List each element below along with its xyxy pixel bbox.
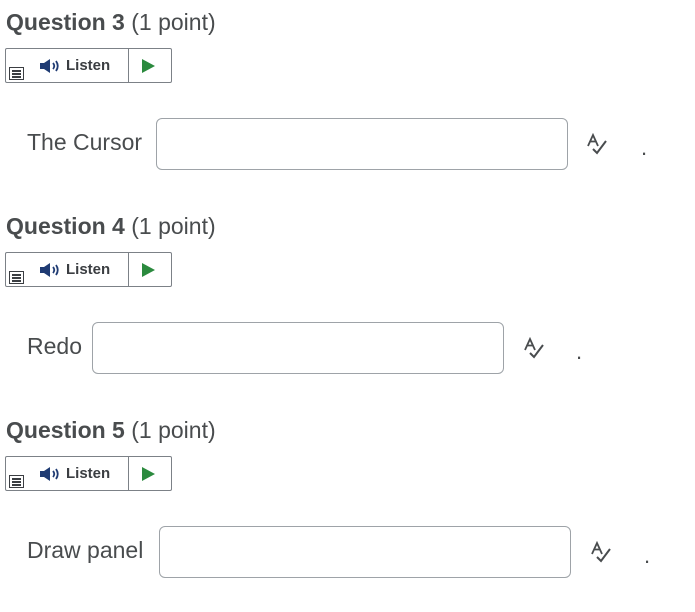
question-points: (1 point) xyxy=(131,213,216,239)
readspeaker-toolbar: Listen xyxy=(5,252,172,287)
readspeaker-toolbar: Listen xyxy=(5,456,172,491)
question-prompt: The Cursor xyxy=(27,129,143,155)
question-title: Question 3 (1 point) xyxy=(6,8,216,36)
listen-button[interactable]: Listen xyxy=(30,253,129,286)
trailing-period: . xyxy=(644,543,651,568)
question-4: Question 4 (1 point) Listen Redo . xyxy=(0,204,695,408)
menu-icon[interactable] xyxy=(9,475,24,488)
listen-label: Listen xyxy=(66,57,111,74)
readspeaker-toolbar: Listen xyxy=(5,48,172,83)
listen-button[interactable]: Listen xyxy=(30,49,129,82)
question-number: Question 3 xyxy=(6,9,125,35)
speaker-icon xyxy=(40,58,59,73)
listen-label: Listen xyxy=(66,261,111,278)
question-number: Question 4 xyxy=(6,213,125,239)
listen-label: Listen xyxy=(66,465,111,482)
question-prompt: Redo xyxy=(27,333,82,359)
listen-button[interactable]: Listen xyxy=(30,457,129,490)
trailing-period: . xyxy=(641,135,648,160)
trailing-period: . xyxy=(576,339,583,364)
spell-check-icon[interactable] xyxy=(523,337,545,359)
menu-icon[interactable] xyxy=(9,67,24,80)
menu-icon[interactable] xyxy=(9,271,24,284)
spell-check-icon[interactable] xyxy=(586,133,608,155)
question-prompt: Draw panel xyxy=(27,537,144,563)
play-icon[interactable] xyxy=(140,262,156,278)
question-number: Question 5 xyxy=(6,417,125,443)
question-title: Question 5 (1 point) xyxy=(6,416,216,444)
play-icon[interactable] xyxy=(140,58,156,74)
play-icon[interactable] xyxy=(140,466,156,482)
answer-input[interactable] xyxy=(92,322,504,374)
answer-input[interactable] xyxy=(159,526,571,578)
question-5: Question 5 (1 point) Listen Draw panel . xyxy=(0,408,695,612)
question-3: Question 3 (1 point) Listen The Cursor . xyxy=(0,0,695,204)
question-points: (1 point) xyxy=(131,9,216,35)
speaker-icon xyxy=(40,466,59,481)
spell-check-icon[interactable] xyxy=(590,541,612,563)
question-points: (1 point) xyxy=(131,417,216,443)
speaker-icon xyxy=(40,262,59,277)
answer-input[interactable] xyxy=(156,118,568,170)
question-title: Question 4 (1 point) xyxy=(6,212,216,240)
